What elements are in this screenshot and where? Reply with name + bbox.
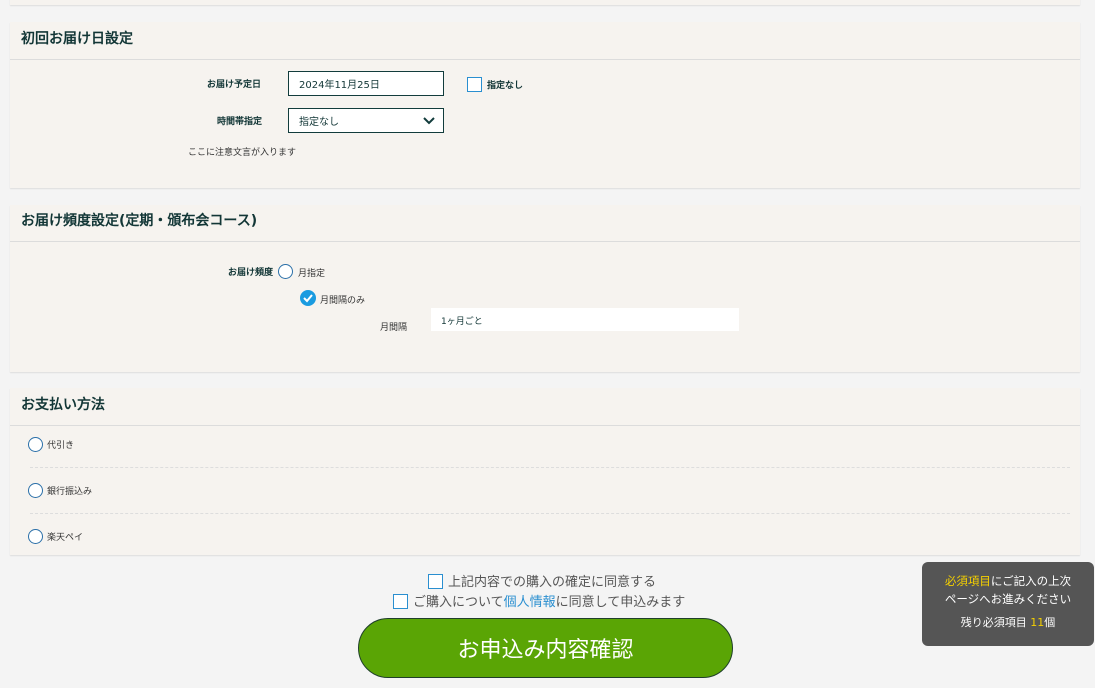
payment-label: 銀行振込み — [47, 487, 93, 497]
month-radio[interactable] — [278, 264, 293, 279]
no-date-checkbox[interactable] — [467, 77, 482, 92]
no-date-label: 指定なし — [487, 81, 524, 91]
remaining-count: 11 — [1030, 616, 1045, 629]
privacy-pre: ご購入について — [413, 595, 504, 610]
privacy-post: に同意して申込みます — [555, 595, 686, 610]
date-label: お届け予定日 — [207, 80, 262, 90]
previous-panel — [10, 0, 1080, 5]
payment-label: 楽天ペイ — [47, 533, 84, 543]
interval-radio-checked[interactable] — [300, 290, 316, 306]
delivery-date-section: 初回お届け日設定 お届け予定日 2024年11月25日 指定なし 時間帯指定 指… — [10, 22, 1080, 188]
check-icon — [303, 294, 313, 303]
interval-option-label: 月間隔のみ — [320, 296, 366, 306]
confirm-checkbox[interactable] — [428, 574, 443, 589]
time-select-value: 指定なし — [299, 117, 339, 128]
divider — [30, 467, 1070, 468]
remaining-pre: 残り必須項目 — [960, 616, 1031, 629]
time-label: 時間帯指定 — [217, 117, 263, 127]
section-title: 初回お届け日設定 — [10, 22, 1080, 60]
payment-radio-bank[interactable] — [28, 483, 43, 498]
payment-radio-cod[interactable] — [28, 437, 43, 452]
tooltip-highlight: 必須項目 — [944, 574, 991, 588]
divider — [30, 513, 1070, 514]
privacy-checkbox[interactable] — [393, 594, 408, 609]
section-title: お届け頻度設定(定期・頒布会コース) — [10, 205, 1080, 242]
tooltip-line2: ページへお進みください — [944, 592, 1072, 606]
interval-field[interactable]: 1ヶ月ごと — [431, 308, 739, 331]
remaining-post: 個 — [1044, 616, 1056, 629]
chevron-down-icon — [423, 117, 435, 125]
payment-label: 代引き — [47, 441, 75, 451]
tooltip-line1: にご記入の上次 — [990, 574, 1072, 588]
time-select[interactable]: 指定なし — [288, 108, 444, 133]
month-option-label: 月指定 — [298, 269, 326, 279]
submit-button[interactable]: お申込み内容確認 — [358, 618, 733, 678]
frequency-section: お届け頻度設定(定期・頒布会コース) お届け頻度 月指定 月間隔のみ 月間隔 1… — [10, 205, 1080, 372]
section-title: お支払い方法 — [10, 388, 1080, 426]
required-tooltip: 必須項目にご記入の上次 ページへお進みください 残り必須項目 11個 — [922, 562, 1094, 646]
delivery-date-input[interactable]: 2024年11月25日 — [288, 71, 444, 96]
frequency-label: お届け頻度 — [228, 268, 274, 278]
interval-label: 月間隔 — [380, 323, 408, 333]
privacy-label: ご購入について個人情報に同意して申込みます — [413, 591, 685, 610]
confirm-label: 上記内容での購入の確定に同意する — [448, 575, 657, 590]
privacy-link[interactable]: 個人情報 — [504, 595, 556, 610]
payment-section: お支払い方法 代引き 銀行振込み 楽天ペイ — [10, 388, 1080, 555]
note-text: ここに注意文言が入ります — [188, 148, 297, 158]
payment-radio-rakuten[interactable] — [28, 529, 43, 544]
